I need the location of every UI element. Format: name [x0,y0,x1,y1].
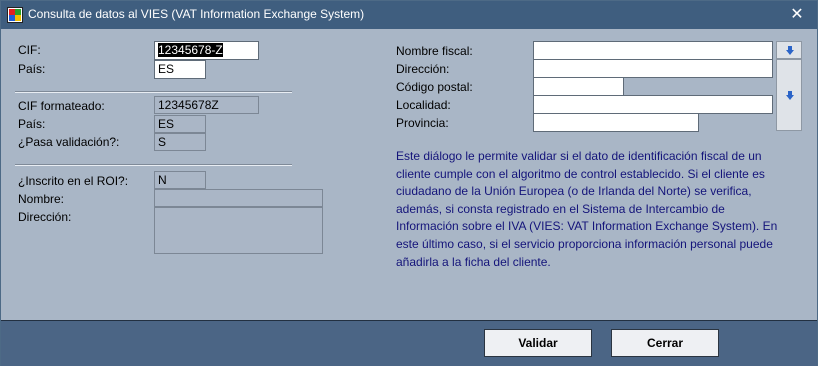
codigo-postal-label: Código postal: [396,80,473,94]
cif-formateado-label: CIF formateado: [18,99,105,113]
close-icon[interactable]: ✕ [777,1,817,29]
localidad-input[interactable] [533,95,773,114]
localidad-label: Localidad: [396,98,451,112]
app-logo-icon [7,7,23,23]
validacion-value: S [154,133,206,151]
direccion-value [154,207,323,254]
cif-label: CIF: [18,43,41,57]
pais-label: País: [18,62,46,76]
nombre-value [154,189,323,207]
validar-button[interactable]: Validar [484,329,592,357]
cif-formateado-value: 12345678Z [154,96,259,114]
arrow-down-icon [786,46,794,55]
direccion-fiscal-label: Dirección: [396,62,450,76]
nombre-label: Nombre: [18,192,65,206]
title-bar[interactable]: Consulta de datos al VIES (VAT Informati… [1,1,817,29]
roi-value: N [154,171,206,189]
cerrar-button[interactable]: Cerrar [611,329,719,357]
pais-validado-value: ES [154,115,206,133]
separator-2 [15,164,292,166]
codigo-postal-input[interactable] [533,77,624,96]
copy-direccion-button[interactable] [776,59,802,131]
nombre-fiscal-input[interactable] [533,41,773,60]
nombre-fiscal-label: Nombre fiscal: [396,44,473,58]
copy-nombre-button[interactable] [776,41,802,59]
validacion-label: ¿Pasa validación?: [18,135,120,149]
help-text: Este diálogo le permite validar si el da… [396,149,778,269]
provincia-input[interactable] [533,113,699,132]
cif-input[interactable]: 12345678-Z [154,41,259,60]
direccion-label: Dirección: [18,210,72,224]
provincia-label: Provincia: [396,116,449,130]
roi-label: ¿Inscrito en el ROI?: [18,174,129,188]
pais-validado-label: País: [18,117,46,131]
arrow-down-icon [786,91,794,100]
direccion-fiscal-input[interactable] [533,59,773,78]
vies-dialog: Consulta de datos al VIES (VAT Informati… [0,0,818,366]
cif-input-value: 12345678-Z [158,43,223,57]
pais-input[interactable]: ES [154,60,206,79]
separator-1 [15,91,292,93]
window-title: Consulta de datos al VIES (VAT Informati… [28,7,365,21]
footer-bar: Validar Cerrar [1,320,817,366]
